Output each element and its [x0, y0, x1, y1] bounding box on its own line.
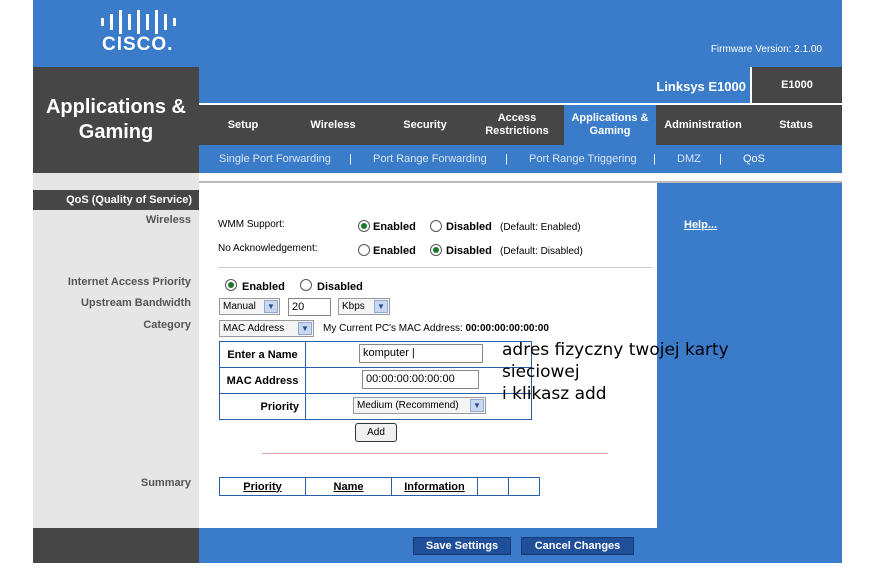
- no-ack-enabled-radio[interactable]: [358, 244, 370, 256]
- subtab-separator: |: [349, 153, 352, 165]
- firmware-version: Firmware Version: 2.1.00: [710, 44, 822, 55]
- wmm-disabled-radio[interactable]: [430, 220, 442, 232]
- section-divider: [218, 267, 652, 268]
- wmm-disabled-label: Disabled: [446, 221, 492, 233]
- subtab-single-port-forwarding[interactable]: Single Port Forwarding: [219, 153, 331, 165]
- chevron-down-icon: ▼: [298, 322, 312, 335]
- footer-left: [33, 528, 199, 563]
- iap-enabled-label: Enabled: [242, 281, 285, 293]
- category-value: MAC Address: [223, 323, 285, 334]
- subtab-port-range-forwarding[interactable]: Port Range Forwarding: [373, 153, 487, 165]
- subtab-separator: |: [719, 153, 722, 165]
- annotation-text: adres fizyczny twojej karty sieciowej i …: [502, 340, 729, 404]
- cancel-changes-button[interactable]: Cancel Changes: [521, 537, 634, 555]
- iap-disabled-radio[interactable]: [300, 279, 312, 291]
- summary-header-empty: [477, 477, 509, 496]
- device-name-input[interactable]: komputer |: [359, 344, 483, 363]
- chevron-down-icon: ▼: [264, 300, 278, 313]
- current-mac-info: My Current PC's MAC Address: 00:00:00:00…: [323, 323, 549, 334]
- page-title-line1: Applications &: [45, 96, 186, 118]
- subtab-separator: |: [653, 153, 656, 165]
- name-label-cell: Enter a Name: [219, 341, 306, 368]
- bandwidth-unit-value: Kbps: [342, 301, 365, 312]
- tab-applications-gaming[interactable]: Applications & Gaming: [564, 105, 656, 145]
- current-mac-value: 00:00:00:00:00:00: [465, 323, 549, 334]
- bandwidth-unit-select[interactable]: Kbps ▼: [338, 298, 390, 315]
- wmm-default-note: (Default: Enabled): [500, 222, 581, 233]
- cisco-logo: CISCO.: [98, 8, 188, 58]
- priority-value: Medium (Recommend): [357, 400, 459, 411]
- table-row: Priority Name Information: [219, 477, 540, 496]
- mac-address-input[interactable]: 00:00:00:00:00:00: [362, 370, 479, 389]
- iap-enabled-radio[interactable]: [225, 279, 237, 291]
- label-category: Category: [143, 319, 191, 331]
- add-button[interactable]: Add: [355, 423, 397, 442]
- summary-header-empty: [508, 477, 540, 496]
- priority-select[interactable]: Medium (Recommend) ▼: [353, 397, 486, 414]
- tab-security[interactable]: Security: [379, 105, 471, 145]
- page-title-line2: Gaming: [78, 121, 154, 143]
- no-ack-enabled-label: Enabled: [373, 245, 416, 257]
- model-name: E1000: [750, 67, 842, 103]
- cisco-wordmark: CISCO.: [102, 34, 174, 55]
- summary-table: Priority Name Information: [219, 477, 540, 496]
- bandwidth-mode-value: Manual: [223, 301, 256, 312]
- no-ack-disabled-radio[interactable]: [430, 244, 442, 256]
- chevron-down-icon: ▼: [470, 399, 484, 412]
- bandwidth-mode-select[interactable]: Manual ▼: [219, 298, 280, 315]
- current-mac-label: My Current PC's MAC Address:: [323, 323, 463, 334]
- summary-header-name: Name: [305, 477, 392, 496]
- priority-label-cell: Priority: [219, 393, 306, 420]
- iap-disabled-label: Disabled: [317, 281, 363, 293]
- label-summary: Summary: [140, 477, 191, 489]
- qos-heading: QoS (Quality of Service): [33, 190, 199, 210]
- product-name: Linksys E1000: [656, 79, 746, 94]
- left-label-column: [33, 173, 199, 528]
- chevron-down-icon: ▼: [374, 300, 388, 313]
- wmm-enabled-radio[interactable]: [358, 220, 370, 232]
- label-internet-access-priority: Internet Access Priority: [67, 276, 191, 288]
- product-bar: Linksys E1000 E1000: [199, 67, 842, 105]
- save-settings-button[interactable]: Save Settings: [413, 537, 511, 555]
- main-tabs: Setup Wireless Security Access Restricti…: [199, 105, 842, 145]
- no-ack-label: No Acknowledgement:: [218, 243, 318, 254]
- category-select[interactable]: MAC Address ▼: [219, 320, 314, 337]
- subtab-separator: |: [505, 153, 508, 165]
- subtab-qos[interactable]: QoS: [743, 153, 765, 165]
- help-link[interactable]: Help...: [684, 219, 717, 231]
- sub-tabs: Single Port Forwarding | Port Range Forw…: [199, 145, 842, 173]
- bandwidth-input[interactable]: 20: [288, 298, 331, 316]
- section-divider: [262, 453, 608, 454]
- label-wireless: Wireless: [145, 214, 191, 226]
- tab-administration[interactable]: Administration: [656, 105, 750, 145]
- summary-header-information: Information: [391, 477, 478, 496]
- subtab-dmz[interactable]: DMZ: [677, 153, 701, 165]
- mac-label-cell: MAC Address: [219, 367, 306, 394]
- subtab-port-range-triggering[interactable]: Port Range Triggering: [529, 153, 637, 165]
- tab-status[interactable]: Status: [754, 105, 838, 145]
- page-title: Applications & Gaming: [33, 67, 199, 173]
- no-ack-default-note: (Default: Disabled): [500, 246, 583, 257]
- top-banner: CISCO. Firmware Version: 2.1.00: [33, 0, 842, 67]
- wmm-support-label: WMM Support:: [218, 219, 285, 230]
- wmm-enabled-label: Enabled: [373, 221, 416, 233]
- tab-setup[interactable]: Setup: [199, 105, 287, 145]
- summary-header-priority: Priority: [219, 477, 306, 496]
- label-upstream-bandwidth: Upstream Bandwidth: [80, 297, 191, 309]
- tab-wireless[interactable]: Wireless: [291, 105, 375, 145]
- tab-access-restrictions[interactable]: Access Restrictions: [475, 105, 559, 145]
- no-ack-disabled-label: Disabled: [446, 245, 492, 257]
